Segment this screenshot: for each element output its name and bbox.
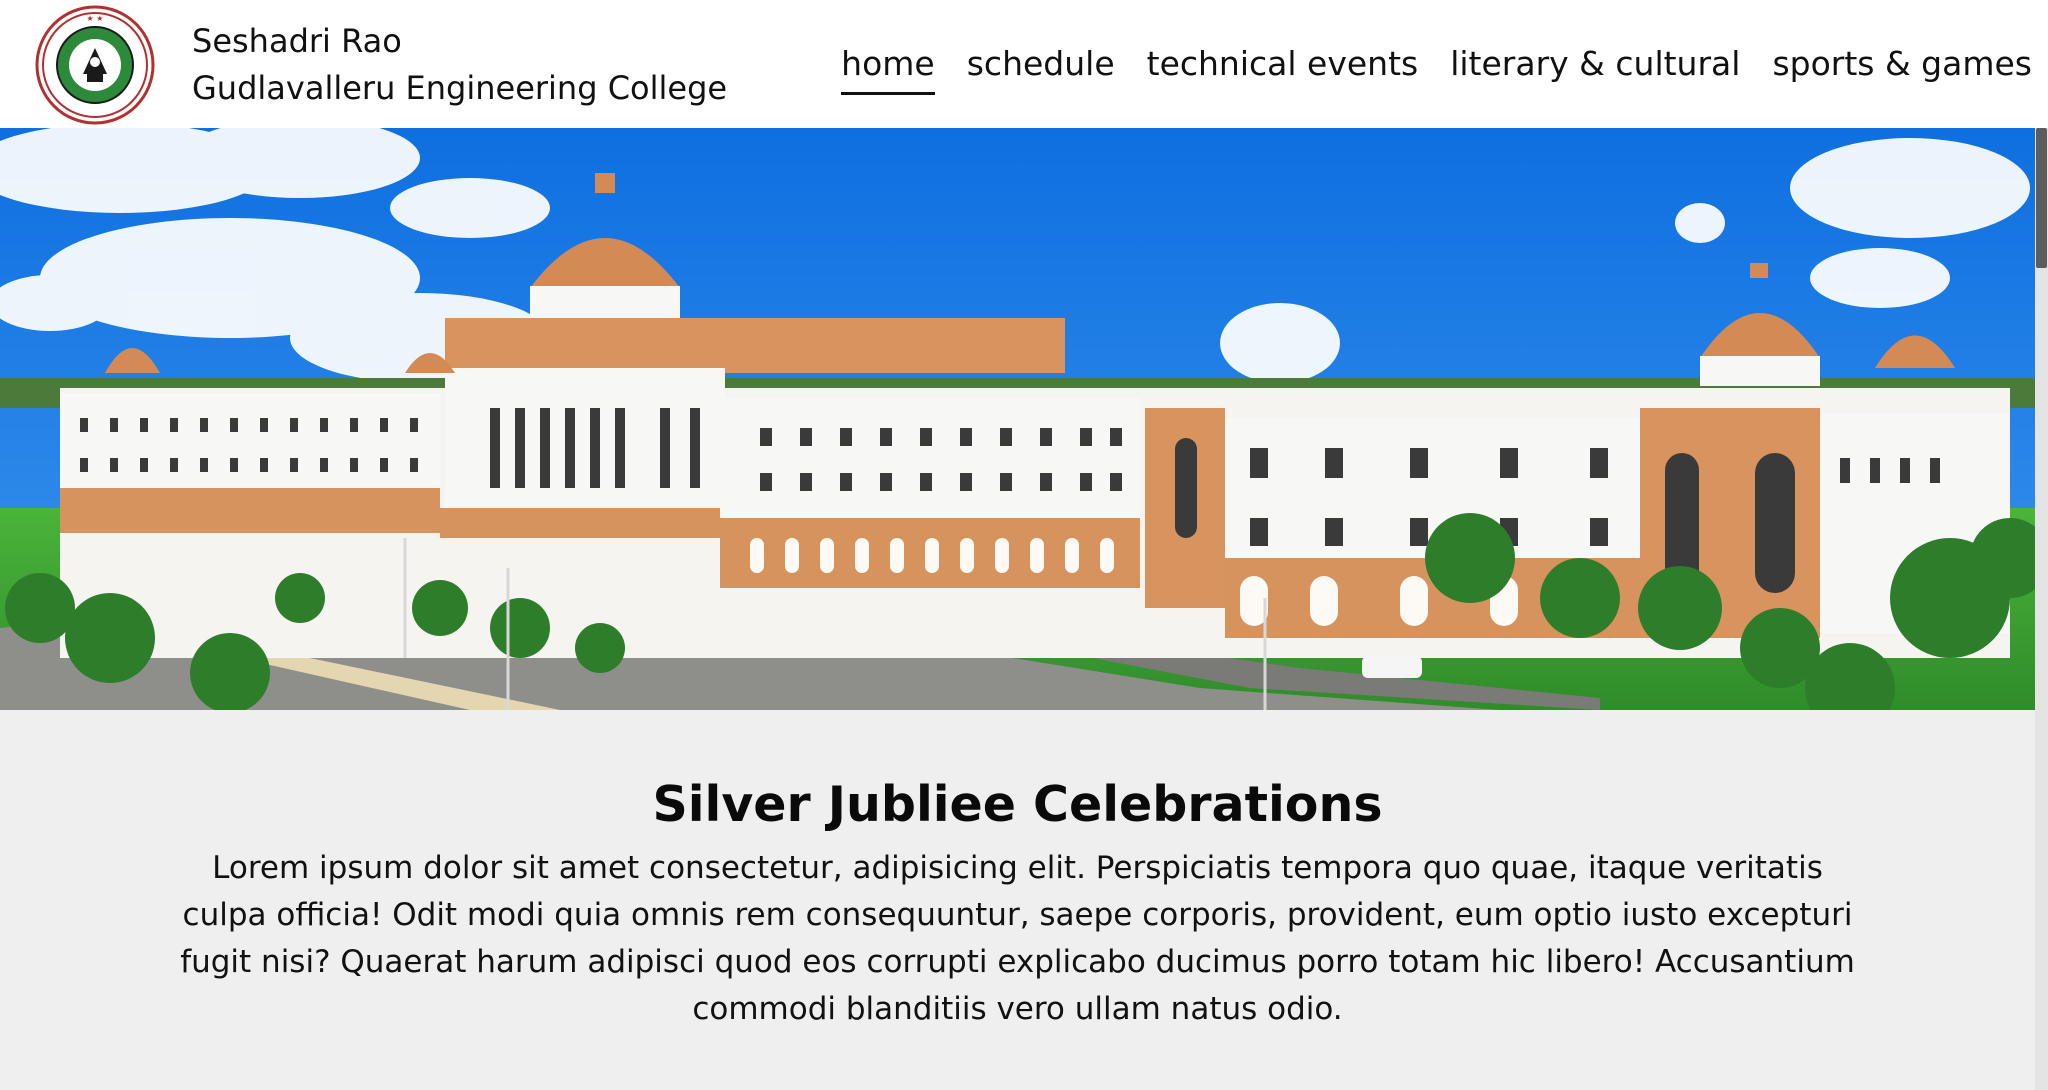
college-name: Seshadri Rao Gudlavalleru Engineering Co…: [192, 18, 727, 112]
nav-home[interactable]: home: [841, 40, 935, 95]
campus-panorama-image: [0, 128, 2035, 710]
college-logo[interactable]: ★ ★: [34, 4, 156, 126]
hero-banner: [0, 128, 2035, 710]
scrollbar-thumb[interactable]: [2036, 128, 2047, 268]
svg-text:★ ★: ★ ★: [87, 14, 104, 23]
section-description: Lorem ipsum dolor sit amet consectetur, …: [180, 850, 1855, 1027]
intro-section: Silver Jubliee Celebrations Lorem ipsum …: [0, 710, 2035, 1090]
main-nav: home schedule technical events literary …: [841, 40, 2032, 95]
site-header: ★ ★ Seshadri Rao Gudlavalleru Engineerin…: [0, 0, 2048, 128]
page-scrollbar[interactable]: [2035, 128, 2048, 1090]
college-name-line2: Gudlavalleru Engineering College: [192, 69, 728, 107]
section-title: Silver Jubliee Celebrations: [652, 776, 1383, 833]
nav-sports-games[interactable]: sports & games: [1772, 40, 2032, 95]
college-name-line1: Seshadri Rao: [192, 22, 402, 60]
nav-technical-events[interactable]: technical events: [1147, 40, 1419, 95]
nav-literary-cultural[interactable]: literary & cultural: [1450, 40, 1740, 95]
college-seal-icon: ★ ★: [35, 5, 155, 125]
nav-schedule[interactable]: schedule: [967, 40, 1115, 95]
